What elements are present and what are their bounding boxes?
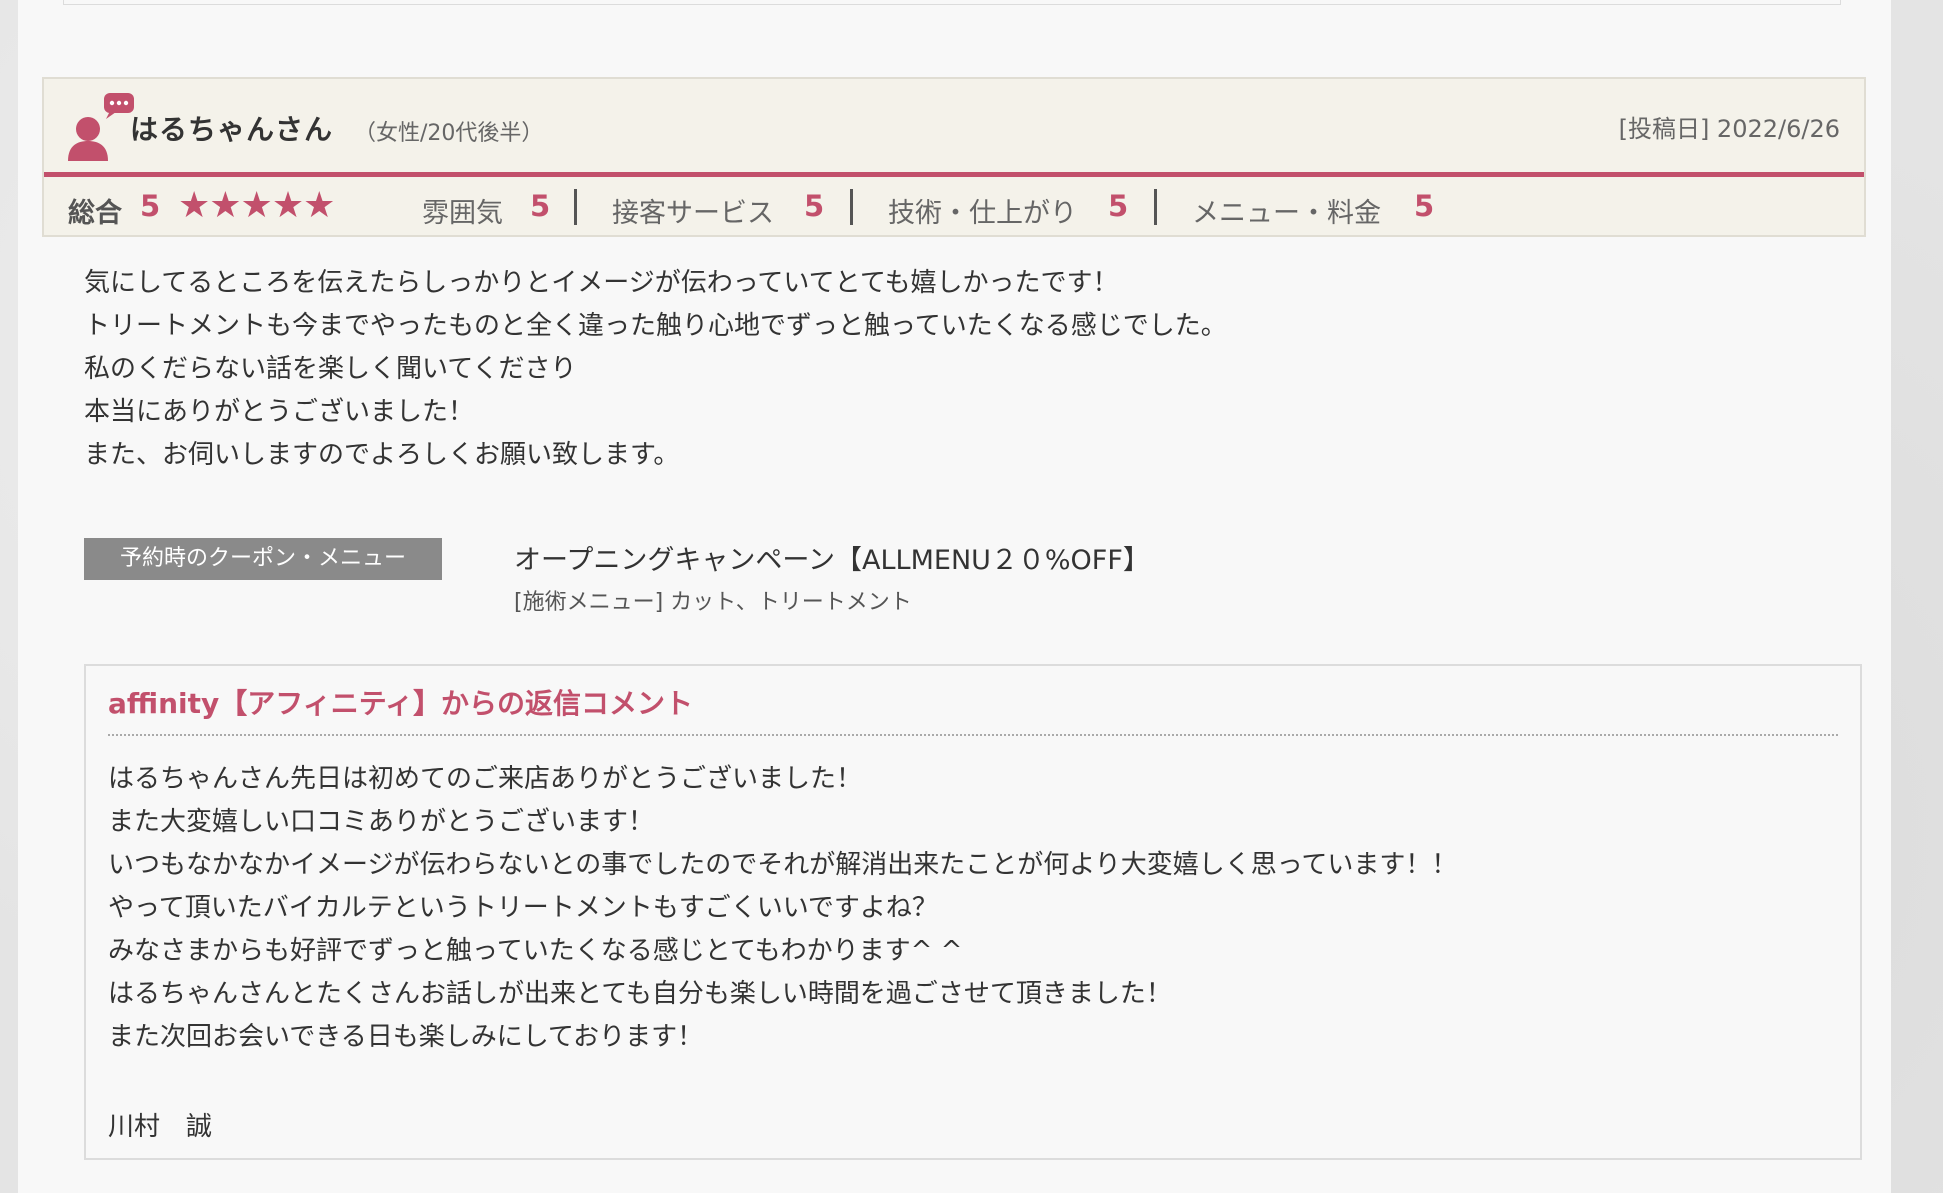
ratings-row: 総合 5 ★★★★★ 雰囲気 5 接客サービス 5 技術・仕上がり 5 メニュー… <box>44 177 1864 237</box>
rating-separator <box>1154 189 1157 225</box>
rating-category-score: 5 <box>1108 189 1129 223</box>
rating-category-label: 雰囲気 <box>422 198 503 229</box>
rating-category-label: 接客サービス <box>612 198 774 229</box>
reply-signature: 川村 誠 <box>108 1112 213 1142</box>
post-date: [投稿日] 2022/6/26 <box>1618 115 1840 143</box>
previous-review-border <box>63 0 1841 5</box>
rating-category-score: 5 <box>530 189 551 223</box>
overall-score: 5 <box>140 189 161 223</box>
review-text-line: また、お伺いしますのでよろしくお願い致します。 <box>84 440 680 470</box>
reply-divider <box>108 734 1838 736</box>
review-text-line: 本当にありがとうございました！ <box>84 397 475 427</box>
treatment-menu: [施術メニュー] カット、トリートメント <box>514 590 912 615</box>
user-speech-bubble-icon <box>68 93 134 161</box>
review-text-line: 気にしてるところを伝えたらしっかりとイメージが伝わっていてとても嬉しかったです！ <box>84 268 1119 298</box>
reply-title: affinity【アフィニティ】からの返信コメント <box>108 687 694 720</box>
rating-category-score: 5 <box>1414 189 1435 223</box>
reviewer-name: はるちゃんさん <box>130 113 334 146</box>
rating-separator <box>574 189 577 225</box>
review-text: 気にしてるところを伝えたらしっかりとイメージが伝わっていてとても嬉しかったです！… <box>84 262 1844 477</box>
rating-category-label: 技術・仕上がり <box>888 198 1077 229</box>
salon-reply-box: affinity【アフィニティ】からの返信コメント はるちゃんさん先日は初めての… <box>84 664 1862 1160</box>
coupon-name-link[interactable]: オープニングキャンペーン【ALLMENU２０%OFF】 <box>514 538 1150 577</box>
coupon-badge: 予約時のクーポン・メニュー <box>84 538 442 580</box>
rating-category-score: 5 <box>804 189 825 223</box>
star-rating: ★★★★★ <box>178 185 335 226</box>
rating-separator <box>850 189 853 225</box>
rating-category-label: メニュー・料金 <box>1192 198 1381 229</box>
reviewer-demographics: （女性/20代後半） <box>354 121 544 146</box>
review-text-line: 私のくだらない話を楽しく聞いてくださり <box>84 354 577 384</box>
reply-text-line: また次回お会いできる日も楽しみにしております！ <box>108 1022 704 1052</box>
reply-text-line: みなさまからも好評でずっと触っていたくなる感じとてもわかります^ ^ <box>108 936 963 966</box>
reviewer-info-bar: はるちゃんさん （女性/20代後半） [投稿日] 2022/6/26 <box>44 79 1864 177</box>
reply-text-line: いつもなかなかイメージが伝わらないとの事でしたのでそれが解消出来たことが何より大… <box>108 850 1458 880</box>
overall-label: 総合 <box>68 198 122 229</box>
reply-text-line: はるちゃんさん先日は初めてのご来店ありがとうございました！ <box>108 764 863 794</box>
review-page: はるちゃんさん （女性/20代後半） [投稿日] 2022/6/26 総合 5 … <box>18 0 1891 1193</box>
reply-text-line: やって頂いたバイカルテというトリートメントもすごくいいですよね？ <box>108 893 938 923</box>
review-header: はるちゃんさん （女性/20代後半） [投稿日] 2022/6/26 総合 5 … <box>42 77 1866 237</box>
reply-text-line: はるちゃんさんとたくさんお話しが出来とても自分も楽しい時間を過ごさせて頂きました… <box>108 979 1172 1009</box>
review-text-line: トリートメントも今までやったものと全く違った触り心地でずっと触っていたくなる感じ… <box>84 311 1227 341</box>
reply-text-line: また大変嬉しい口コミありがとうございます！ <box>108 807 655 837</box>
reply-text: はるちゃんさん先日は初めてのご来店ありがとうございました！ また大変嬉しい口コミ… <box>108 758 1457 1059</box>
